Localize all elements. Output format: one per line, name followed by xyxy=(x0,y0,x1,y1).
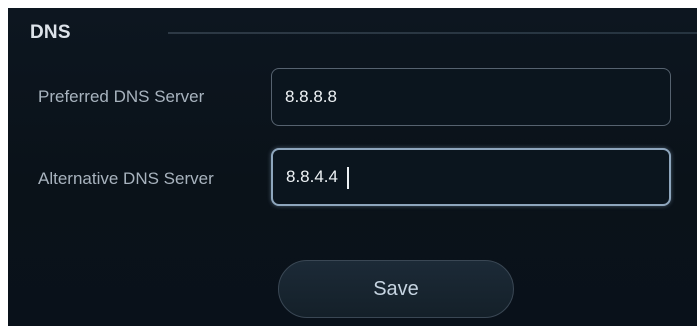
preferred-dns-field-box xyxy=(271,68,671,126)
section-title: DNS xyxy=(30,22,71,43)
alternative-dns-input[interactable] xyxy=(273,150,669,204)
alternative-dns-label: Alternative DNS Server xyxy=(38,169,214,188)
save-button[interactable]: Save xyxy=(278,260,514,318)
alternative-dns-field-box xyxy=(271,148,671,206)
preferred-dns-input[interactable] xyxy=(272,69,670,125)
preferred-dns-label: Preferred DNS Server xyxy=(38,87,205,106)
section-divider xyxy=(168,32,697,34)
text-cursor xyxy=(347,167,349,189)
dns-settings-panel: DNS Preferred DNS Server Alternative DNS… xyxy=(8,8,697,326)
